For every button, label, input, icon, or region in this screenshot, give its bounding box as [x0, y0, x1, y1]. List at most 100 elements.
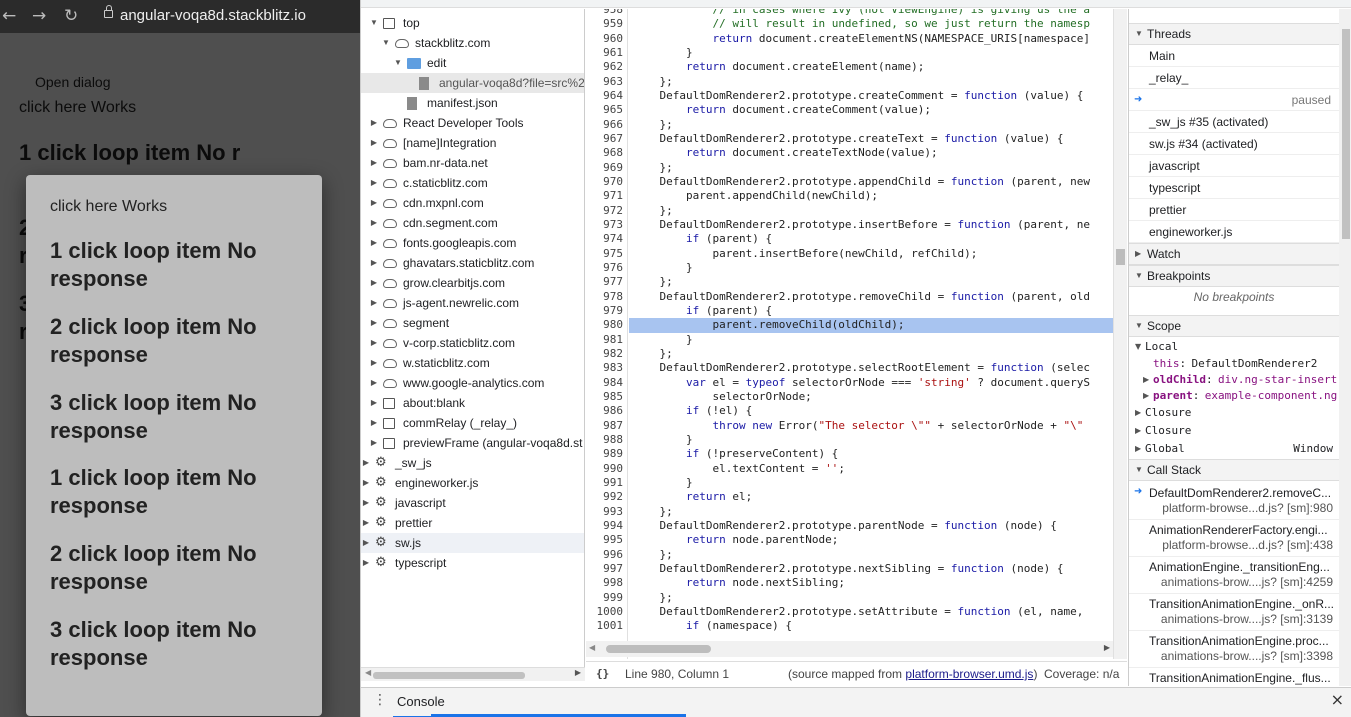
code-editor[interactable]: 958 959 960 961 962 963 964 965 966 967 968 969 970 9… [586, 9, 1113, 659]
line-number[interactable]: 999 [586, 591, 623, 605]
dialog-loop-item[interactable]: 2 click loop item No response [50, 540, 310, 596]
navigator-item[interactable]: ▶ ⚙ sw.js [361, 533, 584, 553]
line-number[interactable]: 969 [586, 161, 623, 175]
line-number[interactable]: 990 [586, 462, 623, 476]
code-line[interactable]: } [633, 476, 693, 490]
line-number[interactable]: 980 [586, 318, 623, 332]
line-number[interactable]: 958 [586, 9, 623, 17]
chevron-right-icon[interactable]: ▶ [361, 533, 371, 553]
line-number[interactable]: 995 [586, 533, 623, 547]
line-number-gutter[interactable]: 958 959 960 961 962 963 964 965 966 967 968 969 970 9… [586, 9, 628, 659]
thread-item[interactable]: ➜ paused [1129, 89, 1339, 111]
chevron-right-icon[interactable]: ▶ [369, 333, 379, 353]
line-number[interactable]: 974 [586, 232, 623, 246]
code-line[interactable]: selectorOrNode; [633, 390, 811, 404]
code-line[interactable]: DefaultDomRenderer2.prototype.createComm… [633, 89, 1083, 103]
dialog-loop-item[interactable]: 1 click loop item No response [50, 237, 310, 293]
dialog-loop-item[interactable]: 3 click loop item No response [50, 389, 310, 445]
line-number[interactable]: 1001 [586, 619, 624, 633]
editor-vertical-scrollbar[interactable] [1113, 9, 1127, 659]
thread-item[interactable]: _sw_js #35 (activated) [1129, 111, 1339, 133]
line-number[interactable]: 981 [586, 333, 623, 347]
chevron-right-icon[interactable]: ▶ [369, 413, 379, 433]
code-line[interactable]: DefaultDomRenderer2.prototype.setAttribu… [633, 605, 1083, 619]
line-number[interactable]: 978 [586, 290, 623, 304]
code-line[interactable]: }; [633, 347, 672, 361]
code-line[interactable]: DefaultDomRenderer2.prototype.removeChil… [633, 290, 1089, 304]
code-line[interactable]: // in cases where Ivy (not ViewEngine) i… [633, 9, 1090, 17]
line-number[interactable]: 959 [586, 17, 623, 31]
code-line[interactable]: if (!preserveContent) { [633, 447, 838, 461]
code-line[interactable]: if (parent) { [633, 304, 772, 318]
line-number[interactable]: 972 [586, 204, 623, 218]
line-number[interactable]: 1000 [586, 605, 624, 619]
line-number[interactable]: 960 [586, 32, 623, 46]
line-number[interactable]: 992 [586, 490, 623, 504]
scroll-left-icon[interactable]: ◀ [589, 643, 595, 652]
navigator-item[interactable]: ▶ cdn.segment.com [361, 213, 584, 233]
code-line[interactable]: }; [633, 591, 672, 605]
line-number[interactable]: 976 [586, 261, 623, 275]
forward-icon[interactable]: → [32, 6, 46, 26]
navigator-item[interactable]: ▶ ⚙ engineworker.js [361, 473, 584, 493]
address-bar[interactable]: angular-voqa8d.stackblitz.io [120, 7, 306, 24]
watch-section-header[interactable]: ▶ Watch [1129, 243, 1339, 265]
code-line[interactable]: return el; [633, 490, 752, 504]
sidebar-scrollbar[interactable] [1339, 9, 1351, 686]
back-icon[interactable]: ← [2, 6, 16, 26]
chevron-right-icon[interactable]: ▶ [369, 213, 379, 233]
code-line[interactable]: parent.appendChild(newChild); [633, 189, 878, 203]
navigator-item[interactable]: ▶ ⚙ _sw_js [361, 453, 584, 473]
navigator-item[interactable]: ▶ about:blank [361, 393, 584, 413]
line-number[interactable]: 987 [586, 419, 623, 433]
more-options-icon[interactable]: ⋮ [373, 692, 387, 708]
scrollbar-thumb[interactable] [606, 645, 711, 653]
call-frame[interactable]: TransitionAnimationEngine._onR... animati… [1129, 594, 1339, 631]
call-frame[interactable]: AnimationEngine._transitionEng... animati… [1129, 557, 1339, 594]
line-number[interactable]: 963 [586, 75, 623, 89]
line-number[interactable]: 991 [586, 476, 623, 490]
thread-item[interactable]: javascript [1129, 155, 1339, 177]
chevron-right-icon[interactable]: ▶ [369, 173, 379, 193]
thread-item[interactable]: prettier [1129, 199, 1339, 221]
line-number[interactable]: 968 [586, 146, 623, 160]
line-number[interactable]: 998 [586, 576, 623, 590]
code-line[interactable]: return document.createTextNode(value); [633, 146, 938, 160]
code-line[interactable]: return document.createElement(name); [633, 60, 924, 74]
code-line[interactable]: }; [633, 161, 672, 175]
call-frame[interactable]: ➜ DefaultDomRenderer2.removeC... platform-… [1129, 483, 1339, 520]
dialog-loop-item[interactable]: 3 click loop item No response [50, 616, 310, 672]
navigator-item[interactable]: ▶ fonts.googleapis.com [361, 233, 584, 253]
call-frame[interactable]: TransitionAnimationEngine._flus... [1129, 668, 1339, 686]
line-number[interactable]: 967 [586, 132, 623, 146]
source-map-link[interactable]: platform-browser.umd.js [905, 667, 1033, 681]
line-number[interactable]: 965 [586, 103, 623, 117]
scroll-right-icon[interactable]: ▶ [1104, 643, 1110, 652]
code-line[interactable]: return document.createComment(value); [633, 103, 931, 117]
scope-variable[interactable]: ▶ parent: example-component.ng [1129, 387, 1339, 405]
chevron-down-icon[interactable]: ▼ [393, 53, 403, 73]
scroll-right-icon[interactable]: ▶ [575, 668, 581, 677]
chevron-right-icon[interactable]: ▶ [369, 153, 379, 173]
code-line[interactable]: DefaultDomRenderer2.prototype.selectRoot… [633, 361, 1089, 375]
line-number[interactable]: 994 [586, 519, 623, 533]
code-line[interactable]: } [633, 433, 693, 447]
navigator-item[interactable]: ▶ ⚙ prettier [361, 513, 584, 533]
close-icon[interactable]: × [1331, 690, 1344, 709]
scope-local[interactable]: ▼ Local [1129, 338, 1339, 356]
navigator-item[interactable]: ▶ js-agent.newrelic.com [361, 293, 584, 313]
code-line[interactable]: DefaultDomRenderer2.prototype.nextSiblin… [633, 562, 1063, 576]
thread-item[interactable]: typescript [1129, 177, 1339, 199]
chevron-right-icon[interactable]: ▶ [369, 273, 379, 293]
chevron-right-icon[interactable]: ▶ [369, 193, 379, 213]
editor-horizontal-scrollbar[interactable]: ◀ ▶ [586, 641, 1113, 657]
navigator-item[interactable]: ▶ c.staticblitz.com [361, 173, 584, 193]
chevron-down-icon[interactable]: ▼ [369, 13, 379, 33]
scrollbar-thumb[interactable] [373, 672, 525, 679]
scope-section-header[interactable]: ▼ Scope [1129, 315, 1339, 337]
navigator-item[interactable]: ▶ ghavatars.staticblitz.com [361, 253, 584, 273]
navigator-item[interactable]: angular-voqa8d?file=src%2F [361, 73, 584, 93]
dialog-click-here[interactable]: click here Works [50, 198, 167, 216]
line-number[interactable]: 975 [586, 247, 623, 261]
navigator-item[interactable]: ▶ React Developer Tools [361, 113, 584, 133]
